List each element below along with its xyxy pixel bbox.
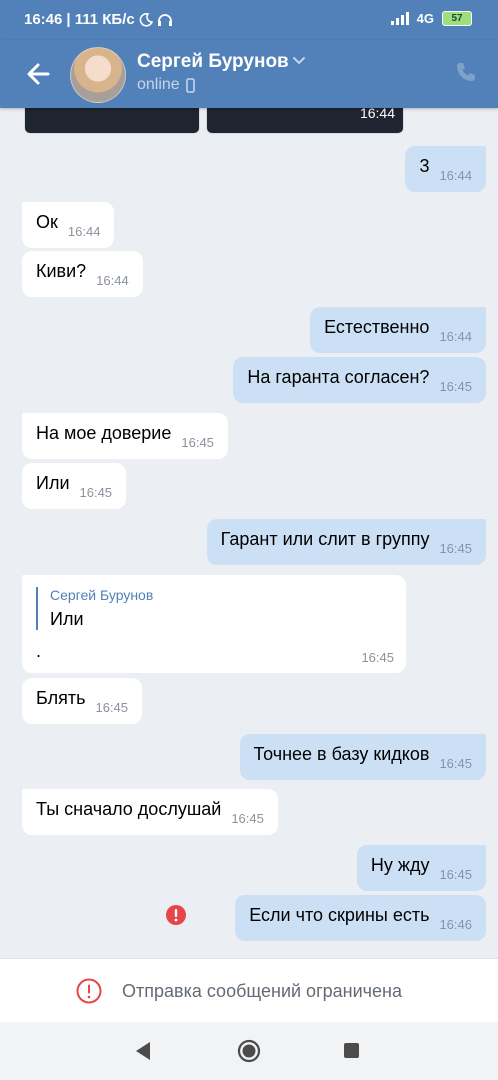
image-thumbnail[interactable]: 16:44 <box>206 108 404 134</box>
avatar[interactable] <box>70 47 126 103</box>
image-thumbnail[interactable] <box>24 108 200 134</box>
message-time: 16:45 <box>439 866 472 882</box>
message-time: 16:45 <box>439 755 472 771</box>
image-attachments[interactable]: 16:44 <box>24 108 404 134</box>
headphones-icon <box>157 13 172 26</box>
message-time: 16:46 <box>439 916 472 932</box>
message-time: 16:44 <box>439 328 472 344</box>
message-time: 16:45 <box>361 650 394 665</box>
message-time: 16:45 <box>95 699 129 715</box>
moon-icon <box>139 12 153 27</box>
message-text: Киви? <box>36 260 87 281</box>
system-nav-bar <box>0 1022 498 1080</box>
message-text: Естественно <box>324 316 430 337</box>
message-text: На гаранта согласен? <box>247 366 430 387</box>
message-bubble-incoming[interactable]: Или 16:45 <box>22 463 127 509</box>
message-list[interactable]: 16:44 3 16:44 Ок 16:44 Киви? 16:44 Естес… <box>0 108 498 958</box>
message-bubble-incoming[interactable]: На мое доверие 16:45 <box>22 413 228 459</box>
signal-icon <box>390 12 409 25</box>
send-error-icon[interactable] <box>165 904 187 926</box>
messaging-restricted-bar: Отправка сообщений ограничена <box>0 958 498 1023</box>
message-text: Ок <box>36 211 58 232</box>
presence-status: online <box>137 76 195 94</box>
message-bubble-incoming[interactable]: Ок 16:44 <box>22 202 115 248</box>
message-text: Гарант или слит в группу <box>220 528 430 549</box>
message-time: 16:44 <box>67 223 101 239</box>
message-time: 16:45 <box>439 378 472 394</box>
quoted-message[interactable]: Сергей Бурунов Или <box>36 587 153 630</box>
restricted-text: Отправка сообщений ограничена <box>122 981 402 1001</box>
back-arrow-icon[interactable] <box>22 58 54 90</box>
message-bubble-incoming[interactable]: Киви? 16:44 <box>22 251 143 297</box>
quoted-author: Сергей Бурунов <box>50 587 154 603</box>
chat-header: Сергей Бурунов online <box>0 40 498 108</box>
message-bubble-incoming[interactable]: Ты сначало дослушай 16:45 <box>22 789 278 835</box>
network-type: 4G <box>416 11 434 26</box>
message-bubble-outgoing[interactable]: Гарант или слит в группу 16:45 <box>206 519 486 565</box>
chevron-down-icon[interactable] <box>292 56 306 66</box>
status-speed: | 111 КБ/с <box>66 11 135 28</box>
message-text: Или <box>36 472 70 493</box>
message-bubble-outgoing[interactable]: На гаранта согласен? 16:45 <box>233 357 486 403</box>
message-bubble-reply[interactable]: Сергей Бурунов Или . 16:45 <box>22 575 406 673</box>
contact-name[interactable]: Сергей Бурунов <box>137 51 289 73</box>
status-time: 16:46 <box>24 11 63 28</box>
message-bubble-outgoing[interactable]: Естественно 16:44 <box>310 307 486 353</box>
nav-recents-icon[interactable] <box>344 1043 359 1058</box>
nav-home-icon[interactable] <box>237 1039 261 1063</box>
message-text: 3 <box>419 155 430 176</box>
message-text: Ну жду <box>370 854 430 875</box>
message-text: Ты сначало дослушай <box>36 798 222 819</box>
message-bubble-outgoing[interactable]: Ну жду 16:45 <box>356 845 486 891</box>
message-bubble-outgoing[interactable]: 3 16:44 <box>405 146 486 192</box>
message-bubble-outgoing[interactable]: Точнее в базу кидков 16:45 <box>239 734 486 780</box>
mobile-icon <box>185 77 195 93</box>
presence-text: online <box>137 76 180 93</box>
quoted-text: Или <box>50 609 84 629</box>
message-bubble-outgoing[interactable]: Если что скрины есть 16:46 <box>235 895 486 941</box>
image-time: 16:44 <box>359 108 395 121</box>
message-time: 16:45 <box>231 810 264 826</box>
message-bubble-incoming[interactable]: Блять 16:45 <box>22 678 143 724</box>
message-text: Блять <box>36 687 86 708</box>
message-time: 16:45 <box>79 484 113 500</box>
nav-back-icon[interactable] <box>134 1041 152 1061</box>
message-time: 16:45 <box>439 540 472 556</box>
message-time: 16:45 <box>181 434 214 450</box>
message-text: . <box>36 641 42 661</box>
message-text: На мое доверие <box>36 422 172 443</box>
phone-icon[interactable] <box>454 60 478 84</box>
message-text: Если что скрины есть <box>249 904 430 925</box>
warning-icon <box>76 978 102 1004</box>
message-time: 16:44 <box>439 167 472 183</box>
battery-icon: 57 <box>442 11 472 26</box>
message-time: 16:44 <box>96 272 129 288</box>
message-text: Точнее в базу кидков <box>253 743 430 764</box>
status-bar: 16:46 | 111 КБ/с 4G 57 <box>0 0 498 40</box>
